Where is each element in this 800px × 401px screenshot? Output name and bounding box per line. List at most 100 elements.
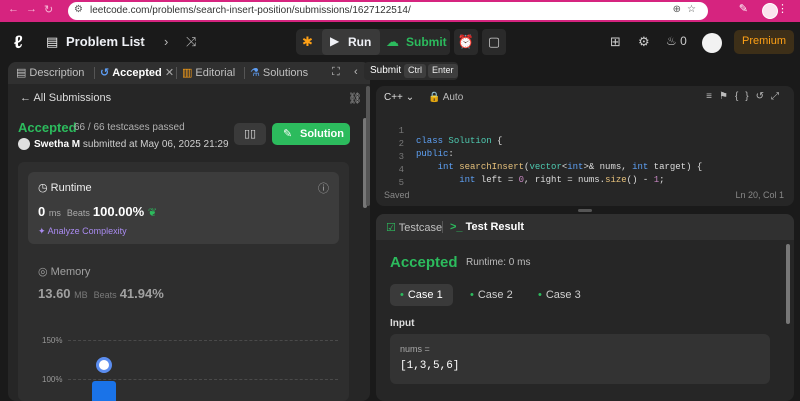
tab-solutions[interactable]: ⚗ Solutions — [250, 66, 308, 79]
tab-testcase[interactable]: ☑ Testcase — [386, 221, 442, 234]
site-info-icon[interactable]: ⚙ — [74, 4, 83, 15]
browser-menu-icon[interactable]: ⋮ — [777, 2, 796, 15]
prev-problem-icon[interactable]: ‹ — [140, 34, 144, 49]
horizontal-resize-handle[interactable] — [578, 209, 592, 212]
all-submissions-link[interactable]: ← All Submissions — [20, 92, 111, 104]
close-tab-icon[interactable]: ✕ — [165, 67, 174, 79]
submission-panel: ▤ Description ↺ Accepted ✕ ▥ Editorial ⚗ Sol… — [8, 62, 370, 401]
alarm-icon: ⏰ — [457, 34, 475, 49]
back-icon[interactable]: ← — [8, 3, 19, 15]
settings-gear-icon[interactable]: ⚙ — [638, 34, 650, 50]
clock-icon: ◷ — [38, 182, 48, 194]
submit-button[interactable]: ☁ Submit — [380, 29, 450, 55]
auto-mode-toggle[interactable]: 🔒 Auto — [428, 92, 463, 103]
address-bar[interactable]: ⚙ leetcode.com/problems/search-insert-po… — [68, 2, 708, 20]
note-icon: ▢ — [487, 34, 501, 49]
submit-shortcut-tooltip: Submit Ctrl Enter — [364, 62, 458, 80]
pass-dot-icon: • — [538, 289, 542, 301]
editorial-button[interactable]: ▯▯ — [234, 123, 266, 145]
memory-label[interactable]: ◎ Memory — [38, 265, 90, 278]
open-book-icon: ▯▯ — [243, 128, 257, 140]
case-tab-2[interactable]: • Case 2 — [460, 284, 523, 306]
chart-gridline — [68, 340, 338, 341]
code-line[interactable]: 1 class Solution { — [376, 116, 503, 146]
forward-icon[interactable]: → — [26, 3, 37, 15]
reload-icon[interactable]: ↻ — [44, 3, 53, 16]
variable-name: nums = — [400, 344, 430, 354]
testcases-passed: 66 / 66 testcases passed — [74, 122, 185, 133]
timer-button[interactable]: ⏰ — [454, 29, 478, 55]
run-button[interactable]: ▶ Run — [322, 29, 380, 55]
play-icon: ▶ — [330, 34, 340, 48]
info-icon[interactable]: ⓘ — [318, 180, 329, 196]
run-submit-group: ✱ ▶ Run ☁ Submit — [296, 29, 450, 55]
test-result-panel: ☑ Testcase >_ Test Result Accepted Runti… — [376, 214, 794, 401]
tab-test-result[interactable]: >_ Test Result — [450, 221, 524, 233]
solution-button[interactable]: ✎ Solution — [272, 123, 350, 145]
analyze-complexity-link[interactable]: ✦ Analyze Complexity — [38, 226, 127, 237]
notes-button[interactable]: ▢ — [482, 29, 506, 55]
kbd-ctrl: Ctrl — [404, 64, 426, 78]
problem-list-icon: ▤ — [46, 34, 59, 49]
arrow-left-icon: ← — [20, 92, 31, 104]
submission-status: Accepted — [18, 120, 77, 135]
code-line[interactable]: 2 public: — [376, 129, 454, 159]
shuffle-icon[interactable]: ⤨ — [186, 34, 196, 50]
performance-card: ◷ Runtime ⓘ 0 ms Beats 100.00% ❦ ✦ Analyze… — [18, 162, 349, 401]
book-icon: ▥ — [182, 67, 193, 79]
result-scrollbar[interactable] — [786, 244, 790, 324]
runtime-label: ◷ Runtime — [38, 182, 92, 194]
debug-icon[interactable]: ✱ — [302, 34, 313, 50]
distribution-bar[interactable] — [92, 381, 116, 401]
problem-list-link[interactable]: Problem List — [66, 34, 145, 49]
tab-divider — [244, 67, 245, 79]
streak-counter[interactable]: ♨ 0 — [666, 34, 687, 48]
result-tabs: ☑ Testcase >_ Test Result — [376, 214, 794, 240]
language-select[interactable]: C++ ⌄ — [384, 92, 414, 103]
app-header: ℓ ▤ Problem List ‹ › ⤨ ✱ ▶ Run ☁ Submit … — [0, 22, 800, 62]
next-problem-icon[interactable]: › — [164, 34, 168, 49]
browser-toolbar: ← → ↻ ⚙ leetcode.com/problems/search-ins… — [0, 0, 800, 22]
memory-value: 13.60 MB Beats 41.94% — [38, 286, 164, 301]
memory-chip-icon: ◎ — [38, 266, 48, 278]
user-avatar[interactable] — [702, 33, 722, 53]
code-line[interactable]: 4 int left = 0, right = nums.size() - 1; — [376, 155, 665, 185]
input-label: Input — [390, 318, 415, 329]
pass-dot-icon: • — [470, 289, 474, 301]
cursor-position: Ln 20, Col 1 — [735, 190, 784, 200]
premium-button[interactable]: Premium — [734, 30, 794, 54]
share-link-icon[interactable]: ⛓ — [348, 92, 362, 105]
submitter-name[interactable]: Swetha M — [34, 139, 80, 150]
case-tab-3[interactable]: • Case 3 — [528, 284, 591, 306]
leaf-icon: ❦ — [147, 207, 158, 219]
tab-editorial[interactable]: ▥ Editorial — [182, 66, 235, 79]
checkbox-icon: ☑ — [386, 222, 396, 234]
input-value-box: nums = [1,3,5,6] — [390, 334, 770, 384]
chart-tick-100: 100% — [42, 375, 63, 384]
case-tab-1[interactable]: • Case 1 — [390, 284, 453, 306]
code-line[interactable]: 3 int searchInsert(vector<int>& nums, in… — [376, 142, 703, 172]
layout-icon[interactable]: ⊞ — [610, 34, 621, 50]
code-line[interactable]: 5 — [376, 168, 404, 188]
extension-icon[interactable]: ✎ — [739, 2, 756, 15]
expand-icon[interactable]: ⛶ — [332, 66, 340, 79]
user-position-marker[interactable] — [96, 357, 112, 373]
tab-description[interactable]: ▤ Description — [16, 66, 84, 79]
browser-profile-avatar[interactable] — [762, 3, 778, 19]
history-icon: ↺ — [100, 67, 110, 79]
tab-accepted[interactable]: ↺ Accepted ✕ — [100, 66, 174, 79]
memory-beats: 41.94% — [119, 286, 164, 301]
sparkle-icon: ✦ — [38, 226, 46, 236]
kbd-enter: Enter — [428, 64, 458, 78]
runtime-value: 0 ms Beats 100.00% ❦ — [38, 204, 158, 219]
panel-tabs: ▤ Description ↺ Accepted ✕ ▥ Editorial ⚗ Sol… — [8, 62, 370, 84]
chevron-down-icon: ⌄ — [405, 92, 415, 103]
vertical-resize-handle[interactable] — [366, 86, 370, 206]
collapse-chevron-icon[interactable]: ‹ — [354, 66, 358, 78]
runtime-box[interactable]: ◷ Runtime ⓘ 0 ms Beats 100.00% ❦ ✦ Analyze… — [28, 172, 339, 244]
address-bar-icons[interactable]: ⊕☆ — [673, 4, 702, 15]
fire-icon: ♨ — [666, 34, 677, 48]
leetcode-logo-icon[interactable]: ℓ — [14, 32, 32, 52]
editor-action-icons[interactable]: ≡⚑{}↺⤢ — [706, 91, 786, 102]
runtime-beats: 100.00% — [92, 204, 145, 219]
